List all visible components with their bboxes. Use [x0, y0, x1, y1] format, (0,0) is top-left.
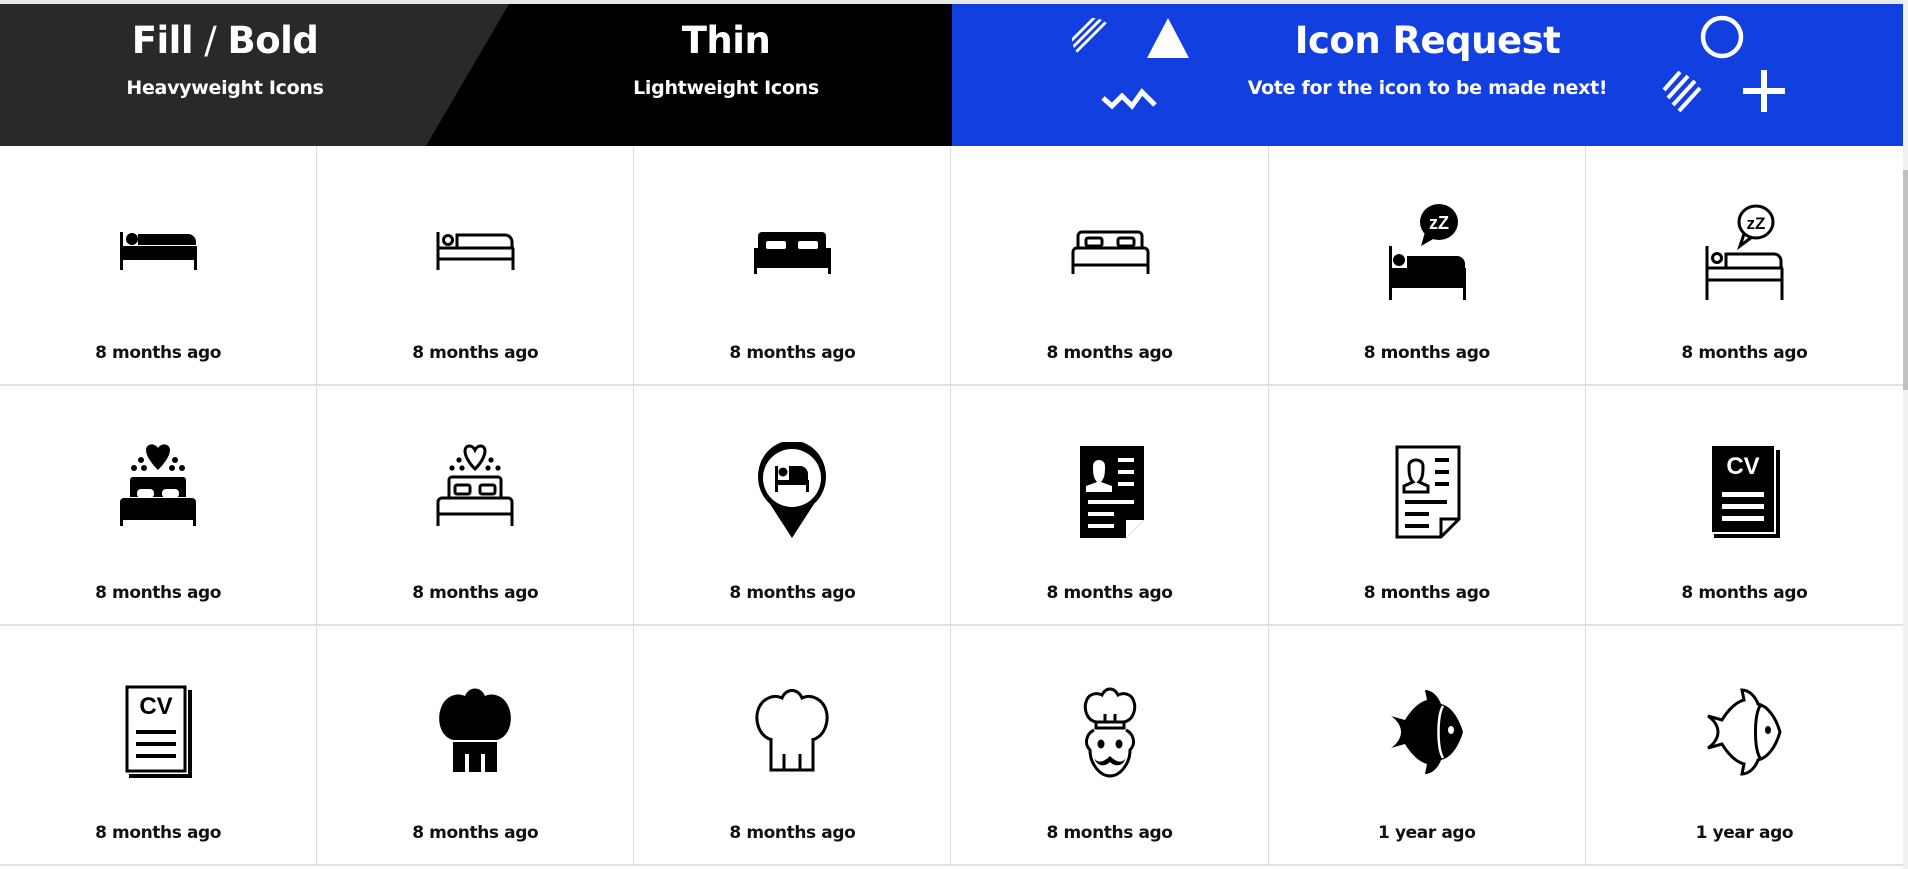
icon-card[interactable]: 8 months ago — [0, 386, 318, 626]
bed-person-thin-icon — [425, 202, 525, 302]
icon-updated-time: 8 months ago — [1046, 583, 1173, 603]
icon-updated-time: 8 months ago — [412, 583, 539, 603]
icon-grid: 8 months ago 8 months ago 8 months ago 8 mo… — [0, 146, 1903, 869]
icon-updated-time: 1 year ago — [1695, 823, 1794, 843]
icon-updated-time: 8 months ago — [729, 823, 856, 843]
thin-subtitle: Lightweight Icons — [633, 77, 819, 99]
vertical-scrollbar[interactable] — [1903, 0, 1908, 869]
icon-card[interactable]: zZ 8 months ago — [1268, 146, 1586, 386]
icon-updated-time: 1 year ago — [1378, 823, 1476, 843]
fish-thin-icon — [1694, 682, 1794, 782]
thin-style-link[interactable]: Thin Lightweight Icons — [500, 4, 952, 146]
plus-icon — [1743, 70, 1785, 112]
cv-thin-icon: CV — [108, 682, 208, 782]
icon-updated-time: 8 months ago — [1046, 823, 1173, 843]
double-bed-fill-icon — [742, 202, 842, 302]
scrollbar-thumb[interactable] — [1903, 170, 1908, 390]
triangle-icon — [1147, 18, 1189, 58]
thin-title: Thin — [681, 19, 771, 62]
svg-text:zZ: zZ — [1747, 214, 1766, 233]
icon-card[interactable]: 8 months ago — [634, 386, 952, 626]
resume-fill-icon — [1060, 442, 1160, 542]
icon-card[interactable]: 8 months ago — [317, 626, 635, 866]
title-slash: / — [193, 19, 228, 62]
fill-bold-style-link[interactable]: Fill / Bold Heavyweight Icons — [0, 4, 450, 146]
zigzag-icon — [1101, 88, 1157, 110]
double-bed-thin-icon — [1060, 202, 1160, 302]
icon-updated-time: 8 months ago — [1046, 343, 1173, 363]
bed-person-fill-icon — [108, 202, 208, 302]
icon-card[interactable]: 8 months ago — [634, 626, 952, 866]
honeymoon-bed-thin-icon — [425, 442, 525, 542]
icon-card[interactable]: 1 year ago — [1268, 626, 1586, 866]
icon-card[interactable]: CV 8 months ago — [1585, 386, 1903, 626]
icon-updated-time: 8 months ago — [1681, 343, 1808, 363]
chef-hat-fill-icon — [425, 682, 525, 782]
icon-card[interactable]: 8 months ago — [634, 146, 952, 386]
icon-card[interactable]: 8 months ago — [951, 386, 1269, 626]
icon-updated-time: 8 months ago — [1681, 583, 1808, 603]
icon-updated-time: 8 months ago — [729, 583, 856, 603]
icon-card[interactable]: CV 8 months ago — [0, 626, 318, 866]
icon-card[interactable]: zZ 8 months ago — [1585, 146, 1903, 386]
top-border — [0, 0, 1903, 4]
fill-bold-title: Fill / Bold — [0, 22, 450, 59]
fill-title-word: Fill — [131, 19, 194, 62]
svg-text:CV: CV — [139, 693, 172, 720]
chef-hat-thin-icon — [742, 682, 842, 782]
bold-title-word: Bold — [227, 19, 319, 62]
icon-card[interactable]: 8 months ago — [951, 146, 1269, 386]
resume-thin-icon — [1377, 442, 1477, 542]
striped-circle-icon — [1072, 18, 1114, 60]
cv-fill-icon: CV — [1694, 442, 1794, 542]
icon-updated-time: 8 months ago — [412, 823, 539, 843]
icon-updated-time: 8 months ago — [95, 343, 222, 363]
hotel-location-pin-icon — [742, 442, 842, 542]
icon-card[interactable]: 1 year ago — [1585, 626, 1903, 866]
sleeping-zz-thin-icon: zZ — [1694, 202, 1794, 302]
honeymoon-bed-fill-icon — [108, 442, 208, 542]
icon-updated-time: 8 months ago — [412, 343, 539, 363]
sleeping-zz-fill-icon: zZ — [1377, 202, 1477, 302]
icon-card[interactable]: 8 months ago — [317, 146, 635, 386]
icon-updated-time: 8 months ago — [1363, 343, 1490, 363]
circle-outline-icon — [1700, 15, 1744, 59]
diagonal-stripes-icon — [1662, 70, 1702, 113]
icon-card[interactable]: 8 months ago — [951, 626, 1269, 866]
chef-face-icon — [1060, 682, 1160, 782]
svg-text:zZ: zZ — [1429, 213, 1449, 233]
style-header-banner: Fill / Bold Heavyweight Icons Thin Light… — [0, 4, 1903, 146]
icon-updated-time: 8 months ago — [95, 583, 222, 603]
icon-updated-time: 8 months ago — [729, 343, 856, 363]
icon-card[interactable]: 8 months ago — [317, 386, 635, 626]
fill-bold-subtitle: Heavyweight Icons — [126, 77, 324, 99]
icon-card[interactable]: 8 months ago — [0, 146, 318, 386]
fish-fill-icon — [1377, 682, 1477, 782]
icon-updated-time: 8 months ago — [95, 823, 222, 843]
icon-card[interactable]: 8 months ago — [1268, 386, 1586, 626]
svg-text:CV: CV — [1727, 453, 1760, 480]
icon-updated-time: 8 months ago — [1363, 583, 1490, 603]
